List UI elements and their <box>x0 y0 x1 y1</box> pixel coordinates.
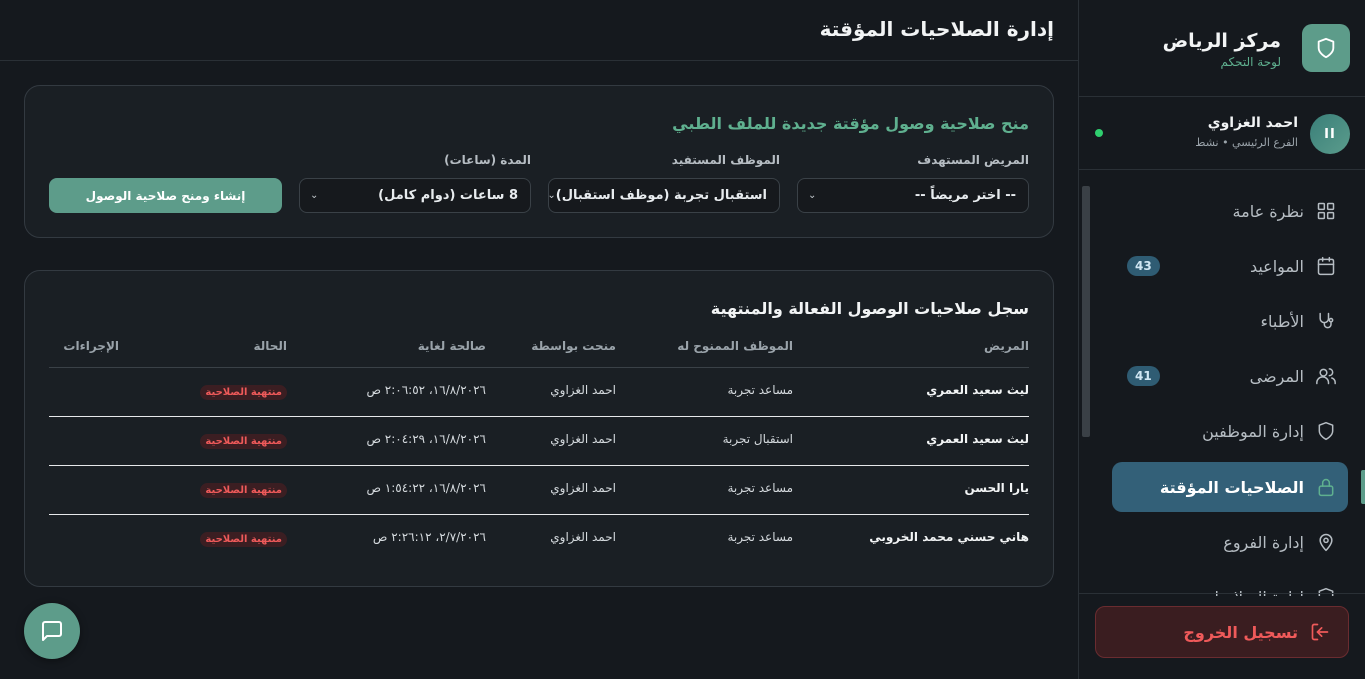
row-patient: ليث سعيد العمري <box>926 432 1029 446</box>
chevron-down-icon: ⌄ <box>547 190 556 201</box>
sidebar-item-label: نظرة عامة <box>1232 201 1304 221</box>
patient-select-value: -- اختر مريضاً -- <box>914 188 1016 203</box>
app-root: إدارة الصلاحيات المؤقتة منح صلاحية وصول … <box>0 0 1365 679</box>
duration-select[interactable]: 8 ساعات (دوام كامل) ⌄ <box>299 178 531 213</box>
brand-subtitle: لوحة التحكم <box>1220 55 1282 69</box>
top-bar: إدارة الصلاحيات المؤقتة <box>0 0 1078 61</box>
grant-access-card: منح صلاحية وصول مؤقتة جديدة للملف الطبي … <box>24 85 1054 238</box>
access-log-title: سجل صلاحيات الوصول الفعالة والمنتهية <box>710 299 1029 318</box>
column-granted-by: منحت بواسطة <box>531 339 616 353</box>
sidebar-item-patients[interactable]: المرضى 41 <box>1112 351 1348 401</box>
duration-label: المدة (ساعات) <box>444 153 531 167</box>
shield-icon <box>1314 419 1338 443</box>
row-employee: استقبال تجربة <box>722 432 793 446</box>
row-granted-by: احمد الغزاوي <box>550 432 616 446</box>
sidebar-item-overview[interactable]: نظرة عامة <box>1112 186 1348 236</box>
chevron-down-icon: ⌄ <box>808 190 817 201</box>
logout-icon <box>1310 622 1330 642</box>
row-granted-by: احمد الغزاوي <box>550 383 616 397</box>
shield-logo-icon <box>1302 24 1350 72</box>
sidebar-item-label: المواعيد <box>1249 256 1304 276</box>
table-row: ليث سعيد العمري استقبال تجربة احمد الغزا… <box>49 417 1029 466</box>
sidebar-item-label: الأطباء <box>1260 311 1304 331</box>
row-granted-by: احمد الغزاوي <box>550 481 616 495</box>
sidebar-item-branch-management[interactable]: إدارة الفروع <box>1112 517 1348 567</box>
logout-label: تسجيل الخروج <box>1183 622 1298 642</box>
column-patient: المريض <box>983 339 1029 353</box>
row-granted-by: احمد الغزاوي <box>550 530 616 544</box>
brand-name: مركز الرياض <box>1162 30 1281 52</box>
map-pin-icon <box>1314 530 1338 554</box>
row-valid-until: ١٦/٨/٢٠٢٦، ٢:٠٦:٥٢ ص <box>366 383 486 397</box>
sidebar-item-appointments[interactable]: المواعيد 43 <box>1112 241 1348 291</box>
lock-icon <box>1314 475 1338 499</box>
count-badge: 41 <box>1127 366 1160 386</box>
brand-header: مركز الرياض لوحة التحكم <box>1079 0 1365 97</box>
main-content: إدارة الصلاحيات المؤقتة منح صلاحية وصول … <box>0 0 1078 679</box>
table-row: ليث سعيد العمري مساعد تجربة احمد الغزاوي… <box>49 368 1029 417</box>
grant-access-button[interactable]: إنشاء ومنح صلاحية الوصول <box>49 178 282 213</box>
row-patient: ليث سعيد العمري <box>926 383 1029 397</box>
sidebar-item-doctors[interactable]: الأطباء <box>1112 296 1348 346</box>
calendar-icon <box>1314 254 1338 278</box>
row-employee: مساعد تجربة <box>727 383 793 397</box>
row-valid-until: ١٦/٨/٢٠٢٦، ٢:٠٤:٢٩ ص <box>366 432 486 446</box>
status-badge: منتهية الصلاحية <box>200 434 287 449</box>
grid-icon <box>1314 199 1338 223</box>
status-badge: منتهية الصلاحية <box>200 532 287 547</box>
column-valid-until: صالحة لغاية <box>417 339 486 353</box>
row-employee: مساعد تجربة <box>727 530 793 544</box>
patient-label: المريض المستهدف <box>917 153 1029 167</box>
sidebar-item-label: الصلاحيات المؤقتة <box>1159 477 1304 497</box>
users-icon <box>1314 364 1338 388</box>
avatar: II <box>1310 114 1350 154</box>
table-row: هاني حسني محمد الخروبي مساعد تجربة احمد … <box>49 515 1029 564</box>
sidebar-nav: نظرة عامة المواعيد 43 الأطباء المرضى 41 … <box>1078 186 1365 596</box>
status-badge: منتهية الصلاحية <box>200 483 287 498</box>
logout-button[interactable]: تسجيل الخروج <box>1095 606 1349 658</box>
user-profile[interactable]: II احمد الغزاوي الفرع الرئيسي • نشط <box>1079 97 1365 170</box>
grant-form-title: منح صلاحية وصول مؤقتة جديدة للملف الطبي <box>672 114 1029 133</box>
sidebar-item-temporary-permissions[interactable]: الصلاحيات المؤقتة <box>1112 462 1348 512</box>
patient-select[interactable]: -- اختر مريضاً -- ⌄ <box>797 178 1029 213</box>
active-indicator <box>1361 470 1365 504</box>
sidebar: مركز الرياض لوحة التحكم II احمد الغزاوي … <box>1078 0 1365 679</box>
employee-select[interactable]: استقبال تجربة (موظف استقبال) ⌄ <box>547 178 780 213</box>
sidebar-item-label: إدارة الموظفين <box>1202 421 1304 441</box>
chevron-down-icon: ⌄ <box>310 190 319 201</box>
user-subtitle: الفرع الرئيسي • نشط <box>1195 136 1298 149</box>
employee-label: الموظف المستفيد <box>671 153 780 167</box>
access-log-card: سجل صلاحيات الوصول الفعالة والمنتهية الم… <box>24 270 1054 587</box>
column-actions: الإجراءات <box>63 339 119 353</box>
column-employee: الموظف الممنوح له <box>677 339 793 353</box>
employee-select-value: استقبال تجربة (موظف استقبال) <box>555 188 767 203</box>
stethoscope-icon <box>1314 309 1338 333</box>
chat-button[interactable] <box>24 603 80 659</box>
table-header: المريض الموظف الممنوح له منحت بواسطة صال… <box>49 338 1029 368</box>
sidebar-item-label: المرضى <box>1249 366 1304 386</box>
row-employee: مساعد تجربة <box>727 481 793 495</box>
table-row: يارا الحسن مساعد تجربة احمد الغزاوي ١٦/٨… <box>49 466 1029 515</box>
sidebar-scrollbar[interactable] <box>1082 186 1090 437</box>
row-valid-until: ٢/٧/٢٠٢٦، ٢:٢٦:١٢ ص <box>372 530 486 544</box>
column-status: الحالة <box>253 339 287 353</box>
user-name: احمد الغزاوي <box>1207 115 1298 131</box>
chat-icon <box>42 621 62 641</box>
row-valid-until: ١٦/٨/٢٠٢٦، ١:٥٤:٢٢ ص <box>366 481 486 495</box>
duration-select-value: 8 ساعات (دوام كامل) <box>378 188 518 203</box>
row-patient: هاني حسني محمد الخروبي <box>869 530 1029 544</box>
sidebar-item-staff-management[interactable]: إدارة الموظفين <box>1112 406 1348 456</box>
online-status-dot <box>1095 129 1103 137</box>
status-badge: منتهية الصلاحية <box>200 385 287 400</box>
page-title: إدارة الصلاحيات المؤقتة <box>819 17 1054 41</box>
logout-area: تسجيل الخروج <box>1078 593 1365 679</box>
sidebar-item-label: إدارة الفروع <box>1223 532 1304 552</box>
count-badge: 43 <box>1127 256 1160 276</box>
row-patient: يارا الحسن <box>964 481 1030 495</box>
